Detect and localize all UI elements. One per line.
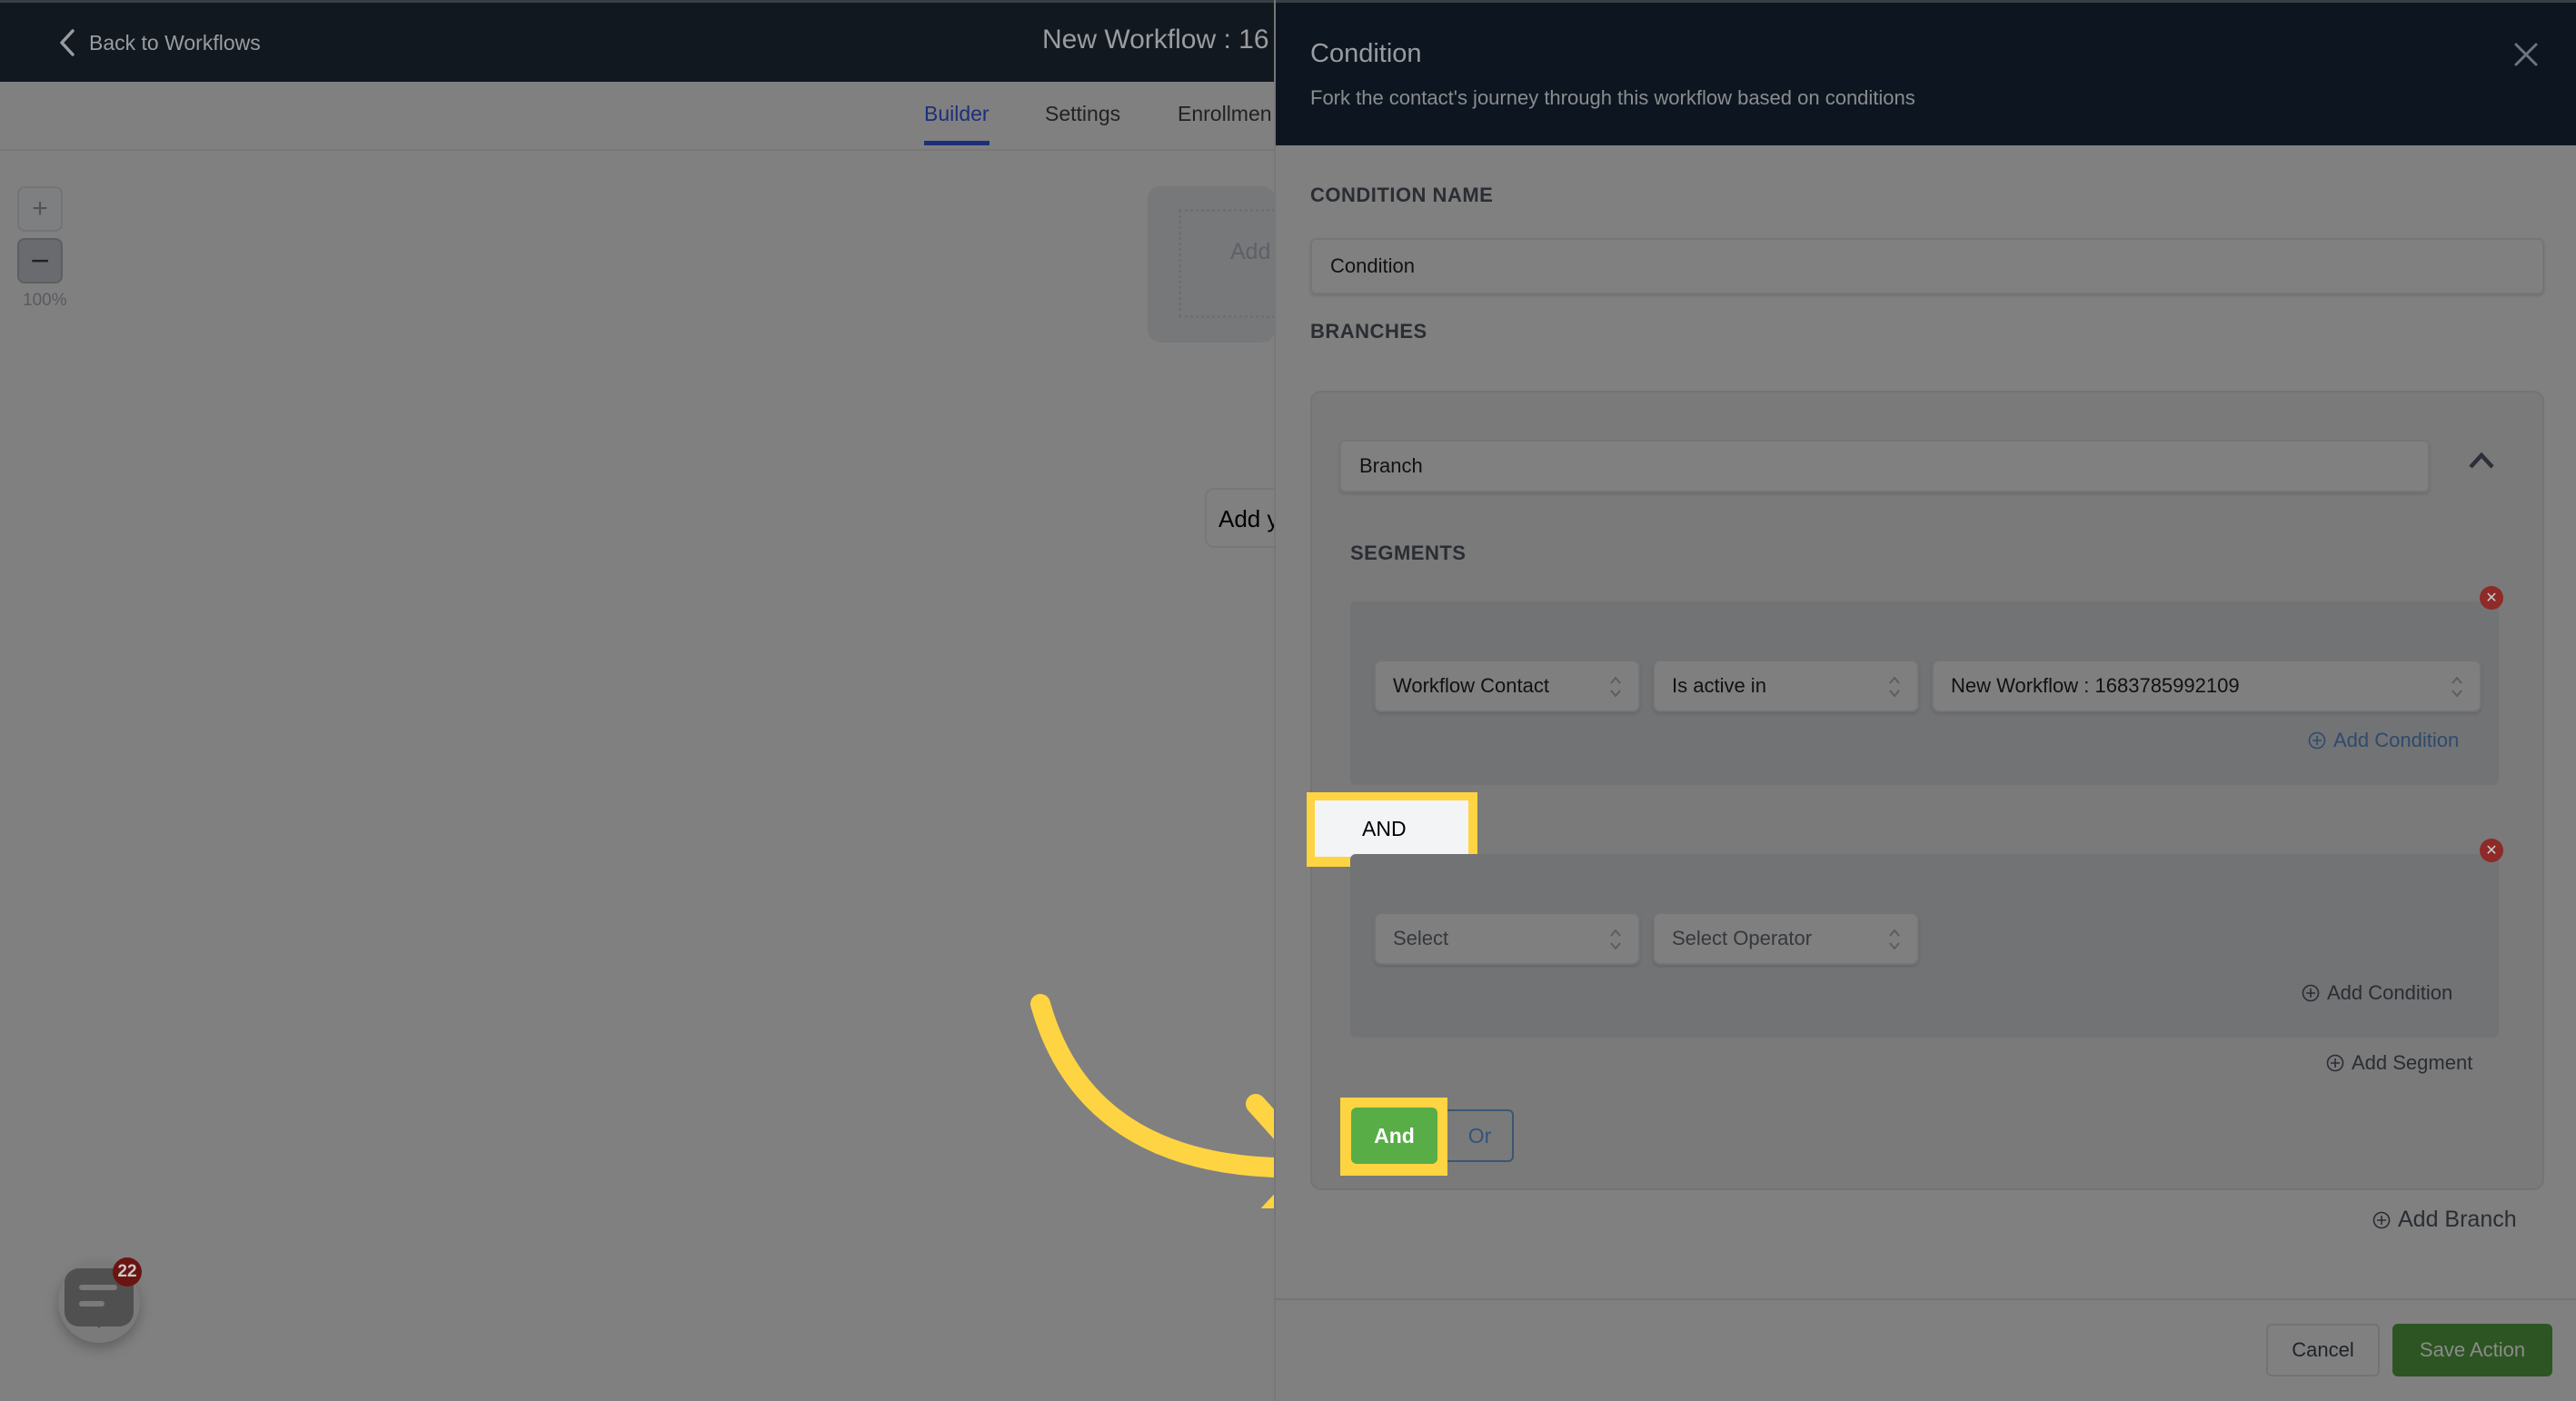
updown-chevron-icon	[2452, 676, 2462, 698]
branches-label: BRANCHES	[1310, 320, 1427, 343]
condition-name-input[interactable]	[1310, 238, 2544, 294]
notification-badge: 22	[113, 1257, 142, 1287]
top-bar: Back to Workflows New Workflow : 16	[0, 0, 1274, 82]
updown-chevron-icon	[1889, 929, 1900, 950]
workflow-title: New Workflow : 16	[1042, 25, 1269, 55]
add-condition-link-2[interactable]: Add Condition	[2302, 981, 2452, 1005]
tab-builder[interactable]: Builder	[924, 102, 990, 145]
logic-or-button[interactable]: Or	[1447, 1109, 1514, 1162]
plus-circle-icon	[2326, 1054, 2344, 1072]
add-condition-label: Add Condition	[2327, 981, 2453, 1004]
add-branch-link[interactable]: Add Branch	[2372, 1207, 2517, 1233]
plus-circle-icon	[2372, 1211, 2391, 1228]
condition-operator-select-empty[interactable]: Select Operator	[1653, 912, 1919, 965]
delete-segment-2-icon[interactable]: ✕	[2480, 839, 2503, 862]
segments-label: SEGMENTS	[1350, 542, 1467, 564]
chevron-up-icon[interactable]	[2468, 451, 2495, 471]
drawer-title: Condition	[1310, 39, 1422, 68]
tab-bar: Builder Settings Enrollmen	[0, 82, 1274, 151]
plus-circle-icon	[2302, 984, 2320, 1002]
add-trigger-placeholder[interactable]: Add	[1179, 209, 1275, 318]
tab-enrollment[interactable]: Enrollmen	[1178, 102, 1272, 141]
zoom-out-button[interactable]: −	[17, 238, 63, 283]
back-label: Back to Workflows	[89, 30, 261, 55]
plus-circle-icon	[2308, 731, 2326, 750]
updown-chevron-icon	[1889, 676, 1900, 698]
drawer-subtitle: Fork the contact's journey through this …	[1310, 86, 1915, 109]
value-text: New Workflow : 1683785992109	[1951, 674, 2240, 697]
condition-field-select-empty[interactable]: Select	[1374, 912, 1640, 965]
back-to-workflows-link[interactable]: Back to Workflows	[58, 28, 261, 57]
operator-placeholder: Select Operator	[1672, 927, 1813, 949]
segment-connector-and: AND	[1315, 800, 1468, 857]
chat-widget[interactable]: 22	[58, 1257, 142, 1343]
footer-divider	[1274, 1298, 2576, 1300]
condition-operator-select[interactable]: Is active in	[1653, 660, 1919, 712]
updown-chevron-icon	[1610, 676, 1621, 698]
add-segment-link[interactable]: Add Segment	[2326, 1051, 2472, 1075]
cancel-button[interactable]: Cancel	[2266, 1324, 2380, 1376]
drawer-header: Condition Fork the contact's journey thr…	[1276, 0, 2576, 145]
zoom-in-button[interactable]: +	[17, 186, 63, 232]
updown-chevron-icon	[1610, 929, 1621, 950]
logic-and-button[interactable]: And	[1351, 1108, 1437, 1164]
add-condition-link-1[interactable]: Add Condition	[2308, 729, 2459, 752]
add-condition-label: Add Condition	[2333, 729, 2460, 751]
chevron-left-icon	[60, 29, 75, 56]
zoom-level: 100%	[23, 291, 67, 310]
add-branch-label: Add Branch	[2398, 1207, 2517, 1232]
branch-name-input[interactable]	[1339, 440, 2430, 492]
field-placeholder: Select	[1393, 927, 1449, 949]
delete-segment-1-icon[interactable]: ✕	[2480, 586, 2503, 610]
close-icon[interactable]	[2511, 39, 2541, 70]
condition-name-label: CONDITION NAME	[1310, 184, 1494, 206]
save-action-button[interactable]: Save Action	[2392, 1324, 2552, 1376]
add-action-node[interactable]: Add y	[1205, 488, 1275, 548]
tab-settings[interactable]: Settings	[1045, 102, 1120, 141]
add-segment-label: Add Segment	[2352, 1051, 2473, 1074]
condition-value-select[interactable]: New Workflow : 1683785992109	[1932, 660, 2482, 712]
condition-field-select[interactable]: Workflow Contact	[1374, 660, 1640, 712]
field-value: Workflow Contact	[1393, 674, 1549, 697]
operator-value: Is active in	[1672, 674, 1766, 697]
